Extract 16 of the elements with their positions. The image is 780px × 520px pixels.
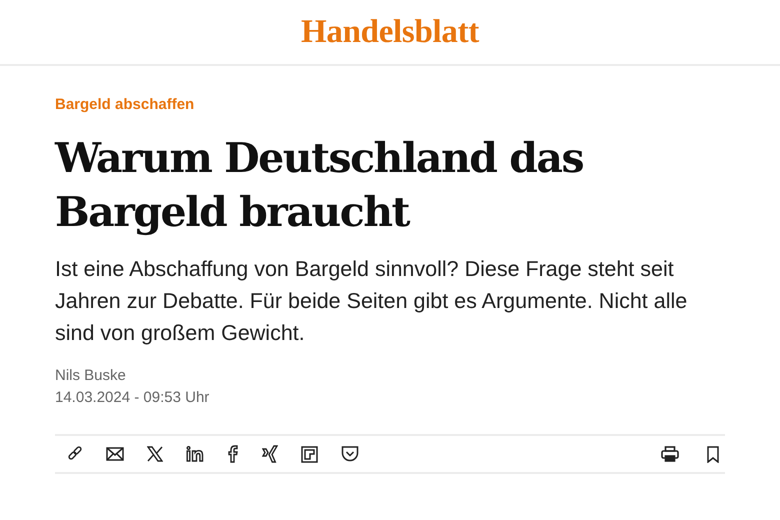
mail-icon[interactable] bbox=[106, 447, 124, 461]
article-headline: Warum Deutschland das Bargeld braucht bbox=[55, 133, 584, 238]
publish-date: 14.03.2024 - 09:53 Uhr bbox=[55, 389, 210, 406]
author-name: Nils Buske bbox=[55, 367, 127, 384]
link-icon[interactable] bbox=[67, 446, 83, 462]
bookmark-icon[interactable] bbox=[707, 446, 719, 462]
logo[interactable]: Handelsblatt bbox=[301, 14, 479, 50]
article-teaser: Ist eine Abschaffung von Bargeld sinnvoll? Diese Frage steht seit Jahren zur Debatte. Für beide Seiten gibt es Argumente. Nicht alle sind von großem Gewicht. bbox=[55, 256, 688, 347]
x-icon[interactable] bbox=[147, 446, 163, 462]
linkedin-icon[interactable] bbox=[186, 446, 204, 462]
facebook-icon[interactable] bbox=[227, 445, 239, 463]
flipboard-icon[interactable] bbox=[301, 446, 318, 462]
pocket-icon[interactable] bbox=[341, 445, 359, 463]
xing-icon[interactable] bbox=[262, 445, 278, 463]
article-kicker: Bargeld abschaffen bbox=[55, 96, 196, 113]
print-icon[interactable] bbox=[661, 446, 679, 462]
